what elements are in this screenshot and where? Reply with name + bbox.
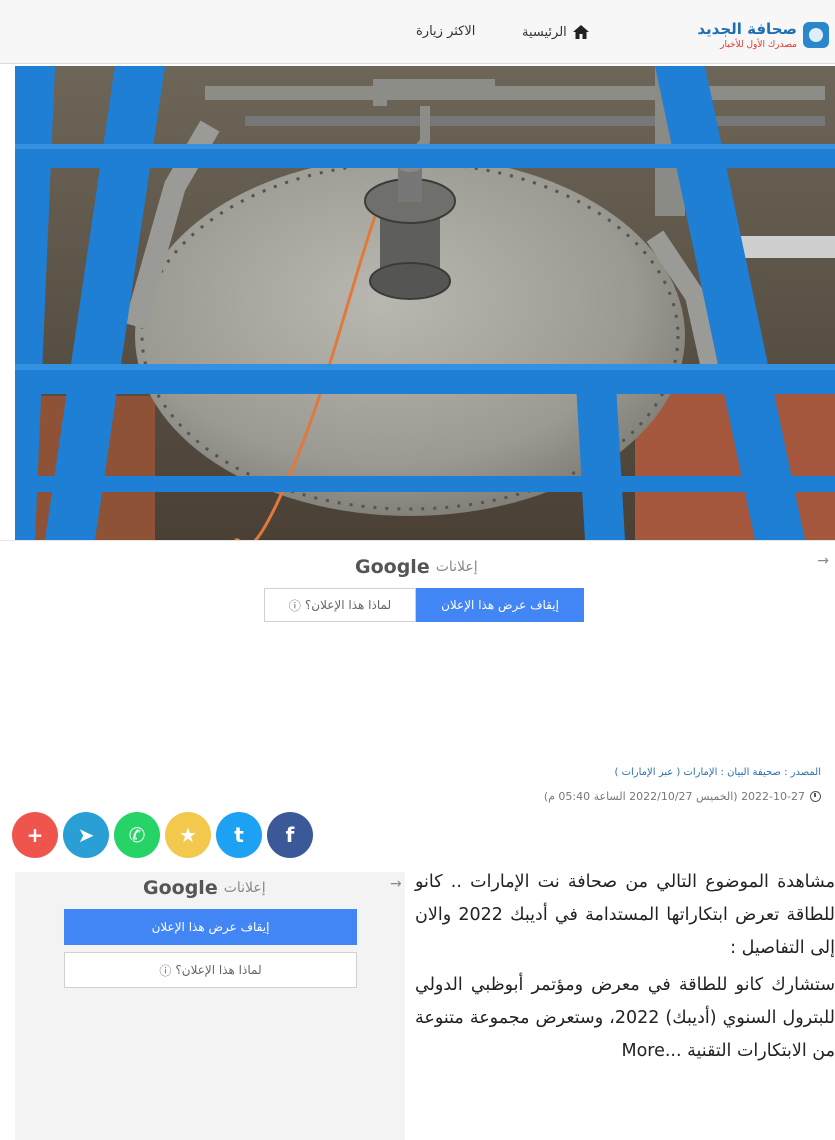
share-telegram-button[interactable]: ➤ [63, 812, 109, 858]
twitter-icon: t [234, 823, 244, 847]
star-icon: ★ [179, 823, 197, 847]
article-source[interactable]: المصدر : صحيفة البيان : الإمارات ( عبر ا… [615, 767, 821, 778]
datetime-text: 2022-10-27 (الخميس 2022/10/27 الساعة 05:… [543, 790, 805, 803]
facebook-icon: f [285, 823, 295, 847]
side-info-icon: ⓘ [159, 963, 172, 978]
telegram-icon: ➤ [77, 823, 95, 847]
whatsapp-icon: ✆ [128, 823, 146, 847]
google-label: Google [355, 556, 430, 578]
heat-exchanger-photo [15, 66, 835, 540]
share-facebook-button[interactable]: f [267, 812, 313, 858]
side-why-ad-button[interactable]: لماذا هذا الإعلان؟ ⓘ [64, 952, 357, 988]
article-body: مشاهدة الموضوع التالي من صحافة نت الإمار… [415, 866, 835, 1072]
side-stop-ad-button[interactable]: إيقاف عرض هذا الإعلان [64, 909, 357, 945]
side-why-ad-label: لماذا هذا الإعلان؟ [175, 963, 262, 977]
hero-image [15, 66, 835, 540]
share-whatsapp-button[interactable]: ✆ [114, 812, 160, 858]
stop-ad-button[interactable]: إيقاف عرض هذا الإعلان [416, 588, 584, 622]
side-ads-word: إعلانات [223, 880, 266, 896]
home-icon [572, 25, 589, 39]
why-ad-label: لماذا هذا الإعلان؟ [304, 598, 392, 612]
info-icon: ⓘ [288, 598, 301, 613]
logo-title: صحافة الجديد [697, 20, 797, 38]
favorite-button[interactable]: ★ [165, 812, 211, 858]
article-datetime: 2022-10-27 (الخميس 2022/10/27 الساعة 05:… [544, 790, 821, 803]
ad-banner-side: إعلانات Google إيقاف عرض هذا الإعلان لما… [15, 872, 405, 1140]
clock-icon [810, 791, 821, 802]
article-paragraph: ستشارك كانو للطاقة في معرض ومؤتمر أبوظبي… [415, 969, 835, 1068]
ad-arrow-icon[interactable]: → [817, 553, 829, 569]
logo-icon [803, 22, 829, 48]
side-google-label: Google [143, 877, 218, 899]
share-twitter-button[interactable]: t [216, 812, 262, 858]
nav-most-visited[interactable]: الاكثر زيارة [416, 24, 475, 39]
article-paragraph: مشاهدة الموضوع التالي من صحافة نت الإمار… [415, 872, 835, 958]
share-bar: + ➤ ✆ ★ t f [12, 812, 313, 858]
side-ad-arrow-icon[interactable]: → [390, 876, 402, 892]
nav-home-label: الرئيسية [522, 24, 567, 40]
logo-subtitle: مصدرك الأول للأخبار [720, 40, 797, 50]
side-ad-header: إعلانات Google [143, 874, 266, 902]
ad-banner-top: → إعلانات Google إيقاف عرض هذا الإعلان ل… [0, 540, 835, 756]
ads-word: إعلانات [435, 559, 478, 575]
why-ad-button[interactable]: لماذا هذا الإعلان؟ ⓘ [264, 588, 416, 622]
share-more-button[interactable]: + [12, 812, 58, 858]
nav-home[interactable]: الرئيسية [522, 22, 589, 42]
site-header: صحافة الجديد مصدرك الأول للأخبار الرئيسي… [0, 0, 835, 64]
site-logo[interactable]: صحافة الجديد مصدرك الأول للأخبار [693, 20, 829, 56]
plus-icon: + [26, 823, 44, 847]
ad-header: إعلانات Google [355, 553, 478, 581]
read-more-link[interactable]: More... [621, 1041, 681, 1061]
